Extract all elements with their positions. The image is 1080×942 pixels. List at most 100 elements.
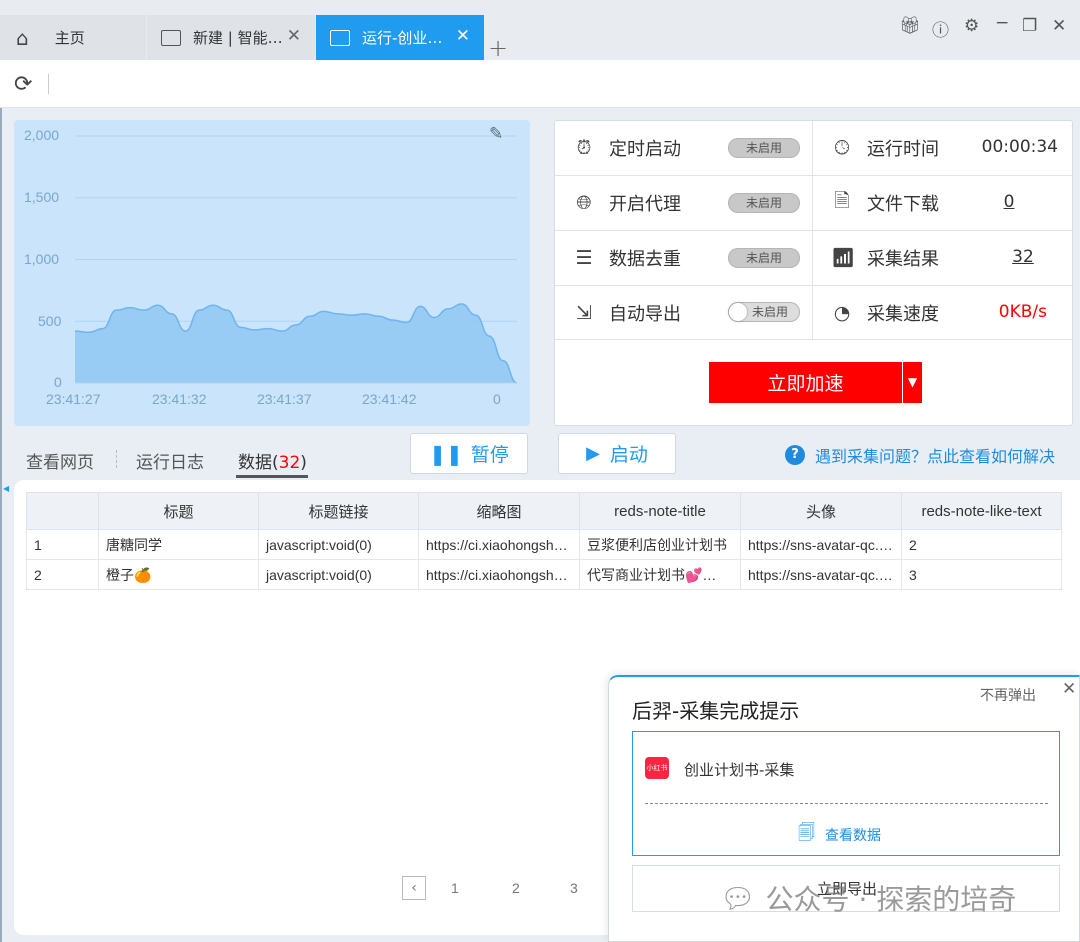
- toolbar: [0, 60, 1080, 108]
- table-cell: https://sns-avatar-qc.…: [740, 559, 902, 590]
- view-data-link[interactable]: 🗐︎ 查看数据: [798, 820, 881, 849]
- table-row[interactable]: 2 橙子🍊 javascript:void(0) https://ci.xiao…: [26, 559, 1062, 590]
- help-link[interactable]: ? 遇到采集问题？点此查看如何解决: [785, 443, 1055, 467]
- page-number[interactable]: 3: [570, 880, 578, 896]
- table-cell: javascript:void(0): [258, 559, 419, 590]
- table-cell: https://ci.xiaohongsh…: [418, 529, 580, 560]
- table-cell: https://ci.xiaohongsh…: [418, 559, 580, 590]
- data-table: 标题 标题链接 缩略图 reds-note-title 头像 reds-note…: [26, 492, 1062, 590]
- home-icon: ⌂: [16, 25, 29, 50]
- close-tab-icon[interactable]: ✕: [456, 26, 470, 46]
- tab-data[interactable]: 数据(32): [238, 448, 307, 473]
- tab-run-label: 运行-创业…: [362, 29, 443, 47]
- column-header[interactable]: reds-note-like-text: [901, 492, 1062, 530]
- help-text: 遇到采集问题？点此查看如何解决: [815, 447, 1056, 466]
- tab-new[interactable]: 新建 | 智能… ✕: [147, 15, 315, 60]
- divider: [116, 450, 117, 468]
- export-icon: ⇲: [576, 301, 592, 324]
- page-number[interactable]: 1: [451, 880, 459, 896]
- window-icon: [330, 29, 350, 46]
- chart-plot: [74, 135, 518, 384]
- speed-label: 采集速度: [867, 303, 939, 325]
- table-cell: 豆浆便利店创业计划书: [579, 529, 741, 560]
- proxy-toggle[interactable]: 未启用: [728, 193, 800, 213]
- list-document-icon: ☰: [575, 246, 593, 269]
- search-document-icon: 🗐︎: [798, 823, 815, 843]
- tab-run-log[interactable]: 运行日志: [136, 448, 204, 473]
- toolbar-divider: [48, 74, 49, 94]
- page-number[interactable]: 2: [512, 880, 520, 896]
- question-icon: ?: [785, 445, 805, 465]
- minimize-icon[interactable]: −: [995, 13, 1009, 33]
- column-header[interactable]: 标题: [98, 492, 259, 530]
- runtime-value: 00:00:34: [981, 137, 1058, 157]
- gift-icon[interactable]: 🎁︎: [899, 16, 921, 36]
- schedule-toggle[interactable]: 未启用: [728, 138, 800, 158]
- pause-button[interactable]: ❚❚ 暂停: [410, 433, 528, 474]
- start-button[interactable]: ▶ 启动: [558, 433, 676, 474]
- settings-gear-icon[interactable]: ⚙: [964, 16, 979, 36]
- speedometer-icon: ◔: [833, 301, 851, 324]
- download-row: 🗎︎ 文件下载: [813, 175, 939, 230]
- result-row: 📶︎ 采集结果: [813, 230, 939, 285]
- column-header[interactable]: reds-note-title: [579, 492, 741, 530]
- popup-title: 后羿-采集完成提示: [632, 699, 800, 723]
- play-icon: ▶: [586, 443, 600, 464]
- column-header[interactable]: 标题链接: [258, 492, 419, 530]
- column-header[interactable]: 头像: [740, 492, 902, 530]
- runtime-label: 运行时间: [867, 138, 939, 160]
- tab-run[interactable]: 运行-创业… ✕: [316, 15, 484, 60]
- close-tab-icon[interactable]: ✕: [287, 26, 301, 46]
- table-cell: 橙子🍊: [98, 559, 259, 590]
- data-count-badge: 32: [278, 453, 301, 473]
- edit-pencil-icon[interactable]: ✎: [489, 124, 503, 144]
- refresh-icon[interactable]: ⟳: [14, 72, 32, 97]
- table-cell: 3: [901, 559, 1062, 590]
- bar-chart-icon: 📶︎: [831, 247, 856, 269]
- alarm-clock-icon: ⏰︎: [576, 136, 592, 159]
- speed-chart: 2,000 1,500 1,000 500 0 23:41:27 23:41:3…: [14, 120, 530, 426]
- tab-new-label: 新建 | 智能…: [193, 29, 283, 47]
- proxy-label: 开启代理: [609, 193, 681, 215]
- column-header[interactable]: [26, 492, 99, 530]
- close-popup-icon[interactable]: ✕: [1062, 679, 1076, 699]
- collapse-arrow-icon[interactable]: ◀: [3, 484, 9, 493]
- close-window-icon[interactable]: ✕: [1052, 16, 1066, 36]
- dedupe-label: 数据去重: [609, 248, 681, 270]
- tab-home[interactable]: ⌂ 主页: [0, 15, 146, 60]
- download-count-link[interactable]: 0: [990, 192, 1028, 212]
- dedupe-row: ☰ 数据去重: [555, 230, 681, 285]
- pause-icon: ❚❚: [429, 441, 463, 466]
- dont-show-again-link[interactable]: 不再弹出: [980, 685, 1036, 705]
- table-cell: 唐糖同学: [98, 529, 259, 560]
- table-cell: 代写商业计划书💕…: [579, 559, 741, 590]
- auto-export-row: ⇲ 自动导出: [555, 285, 681, 340]
- table-row[interactable]: 1 唐糖同学 javascript:void(0) https://ci.xia…: [26, 529, 1062, 560]
- xiaohongshu-logo: 小红书: [645, 757, 669, 779]
- help-icon[interactable]: ⓘ: [932, 16, 949, 41]
- active-tab-underline: [236, 475, 308, 478]
- table-header-row: 标题 标题链接 缩略图 reds-note-title 头像 reds-note…: [26, 492, 1062, 530]
- result-label: 采集结果: [867, 248, 939, 270]
- column-header[interactable]: 缩略图: [418, 492, 580, 530]
- view-data-label: 查看数据: [824, 827, 881, 844]
- table-cell: 2: [901, 529, 1062, 560]
- tab-view-webpage[interactable]: 查看网页: [26, 448, 94, 473]
- dedupe-toggle[interactable]: 未启用: [728, 248, 800, 268]
- tab-data-label: 数据: [238, 453, 272, 473]
- clock-icon: 🕓︎: [834, 136, 850, 159]
- download-label: 文件下载: [867, 193, 939, 215]
- watermark: 💬︎ 公众号 · 探索的培奇: [720, 878, 1016, 918]
- table-cell: javascript:void(0): [258, 529, 419, 560]
- speed-value: 0KB/s: [998, 302, 1047, 322]
- result-count-link[interactable]: 32: [1000, 247, 1046, 267]
- file-download-icon: 🗎︎: [834, 189, 850, 212]
- pause-label: 暂停: [470, 444, 509, 466]
- accelerate-button[interactable]: 立即加速: [709, 362, 902, 403]
- speed-row: ◔ 采集速度: [813, 285, 939, 340]
- chevron-down-icon[interactable]: ▼: [902, 362, 922, 403]
- prev-page-button[interactable]: ‹: [402, 876, 426, 900]
- table-cell: 1: [26, 529, 99, 560]
- schedule-label: 定时启动: [609, 138, 681, 160]
- restore-icon[interactable]: ❐: [1022, 16, 1037, 36]
